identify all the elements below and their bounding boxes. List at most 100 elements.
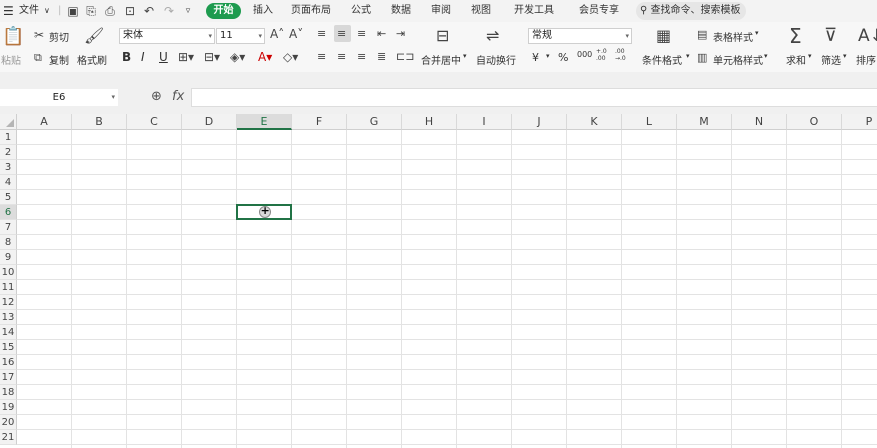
column-header-l[interactable]: L — [622, 114, 677, 130]
row-header-11[interactable]: 11 — [0, 280, 17, 295]
column-header-i[interactable]: I — [457, 114, 512, 130]
column-header-p[interactable]: P — [842, 114, 877, 130]
border-icon[interactable]: ⊞▾ — [178, 50, 194, 64]
row-header-3[interactable]: 3 — [0, 160, 17, 175]
cell-style-icon[interactable]: ▥ — [697, 51, 707, 64]
decrease-decimal-button[interactable]: .00 →.0 — [615, 48, 633, 62]
number-format-select[interactable]: 常规 ▾ — [528, 28, 632, 44]
merge-chevron-down-icon[interactable]: ▾ — [463, 52, 467, 60]
format-painter-button[interactable]: 格式刷 — [77, 52, 107, 67]
tab-developer[interactable]: 开发工具 — [514, 0, 554, 22]
percent-button[interactable]: % — [558, 51, 568, 64]
paste-icon[interactable]: 📋 — [2, 26, 24, 47]
underline-button[interactable]: U — [159, 50, 168, 64]
fill-color-icon[interactable]: ◈▾ — [230, 50, 245, 64]
tab-data[interactable]: 数据 — [391, 0, 411, 22]
cell-style-chevron-down-icon[interactable]: ▾ — [764, 52, 768, 60]
cell-style-button[interactable]: 单元格样式 — [713, 52, 763, 67]
tab-page-layout[interactable]: 页面布局 — [291, 0, 331, 22]
copy-icon[interactable]: ⧉ — [34, 51, 42, 65]
font-color-icon[interactable]: A▾ — [258, 50, 272, 64]
column-header-a[interactable]: A — [17, 114, 72, 130]
column-header-f[interactable]: F — [292, 114, 347, 130]
merge-center-button[interactable]: 合并居中 — [421, 52, 461, 67]
font-name-select[interactable]: 宋体 ▾ — [119, 28, 215, 44]
column-header-d[interactable]: D — [182, 114, 237, 130]
decrease-indent-icon[interactable]: ⇤ — [377, 27, 386, 40]
redo-icon[interactable]: ↷ — [162, 4, 176, 18]
column-header-j[interactable]: J — [512, 114, 567, 130]
conditional-format-button[interactable]: 条件格式 — [642, 52, 682, 67]
quick-access-more-icon[interactable]: ▿ — [181, 4, 195, 18]
conditional-format-icon[interactable]: ▦ — [656, 26, 671, 45]
column-header-o[interactable]: O — [787, 114, 842, 130]
cell-border-style-icon[interactable]: ⊟▾ — [204, 50, 220, 64]
row-header-4[interactable]: 4 — [0, 175, 17, 190]
column-header-h[interactable]: H — [402, 114, 457, 130]
row-header-16[interactable]: 16 — [0, 355, 17, 370]
table-style-icon[interactable]: ▤ — [697, 28, 707, 41]
tab-home[interactable]: 开始 — [206, 3, 241, 19]
decrease-font-size-icon[interactable]: A˅ — [289, 27, 303, 41]
increase-decimal-button[interactable]: +.0 .00 — [596, 48, 614, 62]
filter-button[interactable]: 筛选 — [821, 52, 841, 67]
row-header-14[interactable]: 14 — [0, 325, 17, 340]
justify-icon[interactable]: ≣ — [377, 50, 386, 63]
thousands-separator-button[interactable]: 000 — [577, 50, 592, 59]
distributed-align-icon[interactable]: ⊏⊐ — [396, 50, 414, 63]
column-header-n[interactable]: N — [732, 114, 787, 130]
command-search-box[interactable]: ⚲ 查找命令、搜索模板 — [636, 2, 746, 20]
italic-button[interactable]: I — [141, 50, 145, 64]
row-header-8[interactable]: 8 — [0, 235, 17, 250]
row-header-20[interactable]: 20 — [0, 415, 17, 430]
table-style-chevron-down-icon[interactable]: ▾ — [755, 29, 759, 37]
sort-button[interactable]: 排序 — [856, 52, 876, 67]
row-header-12[interactable]: 12 — [0, 295, 17, 310]
column-header-m[interactable]: M — [677, 114, 732, 130]
conditional-chevron-down-icon[interactable]: ▾ — [686, 52, 690, 60]
tab-view[interactable]: 视图 — [471, 0, 491, 22]
zoom-search-icon[interactable]: ⊕ — [151, 89, 162, 104]
table-style-button[interactable]: 表格样式 — [713, 29, 753, 44]
file-menu[interactable]: 文件 — [19, 0, 39, 22]
row-header-18[interactable]: 18 — [0, 385, 17, 400]
filter-chevron-down-icon[interactable]: ▾ — [843, 52, 847, 60]
row-header-10[interactable]: 10 — [0, 265, 17, 280]
sum-icon[interactable]: Σ — [789, 24, 802, 48]
align-bottom-icon[interactable]: ≡ — [357, 27, 366, 40]
increase-indent-icon[interactable]: ⇥ — [396, 27, 405, 40]
select-all-corner[interactable] — [0, 114, 17, 130]
sum-button[interactable]: 求和 — [786, 52, 806, 67]
tab-formulas[interactable]: 公式 — [351, 0, 371, 22]
undo-icon[interactable]: ↶ — [142, 4, 156, 18]
column-header-b[interactable]: B — [72, 114, 127, 130]
cut-button[interactable]: 剪切 — [49, 29, 69, 44]
row-header-1[interactable]: 1 — [0, 130, 17, 145]
sum-chevron-down-icon[interactable]: ▾ — [808, 52, 812, 60]
row-header-15[interactable]: 15 — [0, 340, 17, 355]
currency-chevron-down-icon[interactable]: ▾ — [546, 52, 550, 60]
print-preview-icon[interactable]: ⊡ — [123, 4, 137, 18]
copy-button[interactable]: 复制 — [49, 52, 69, 67]
row-header-17[interactable]: 17 — [0, 370, 17, 385]
align-right-icon[interactable]: ≡ — [357, 50, 366, 63]
row-header-21[interactable]: 21 — [0, 430, 17, 445]
row-header-7[interactable]: 7 — [0, 220, 17, 235]
wrap-text-icon[interactable]: ⇌ — [486, 26, 499, 45]
increase-font-size-icon[interactable]: A˄ — [270, 27, 284, 41]
save-icon[interactable]: ▣ — [66, 4, 80, 18]
sort-icon[interactable]: A↓ — [858, 26, 877, 46]
spreadsheet-grid[interactable]: A B C D E F G H I J K L M N O P 1 2 3 4 5 6 7 8 9 10 11 12 13 14 15 16 1… — [0, 114, 877, 448]
name-box[interactable]: E6 ▾ — [0, 89, 118, 106]
column-header-k[interactable]: K — [567, 114, 622, 130]
wrap-text-button[interactable]: 自动换行 — [476, 52, 516, 67]
font-size-select[interactable]: 11 ▾ — [216, 28, 265, 44]
tab-review[interactable]: 审阅 — [431, 0, 451, 22]
cut-icon[interactable]: ✂ — [34, 28, 44, 42]
align-top-icon[interactable]: ≡ — [317, 27, 326, 40]
row-header-2[interactable]: 2 — [0, 145, 17, 160]
paste-button[interactable]: 粘贴 — [1, 52, 21, 67]
tab-member[interactable]: 会员专享 — [579, 0, 619, 22]
align-center-icon[interactable]: ≡ — [337, 50, 346, 63]
row-header-5[interactable]: 5 — [0, 190, 17, 205]
